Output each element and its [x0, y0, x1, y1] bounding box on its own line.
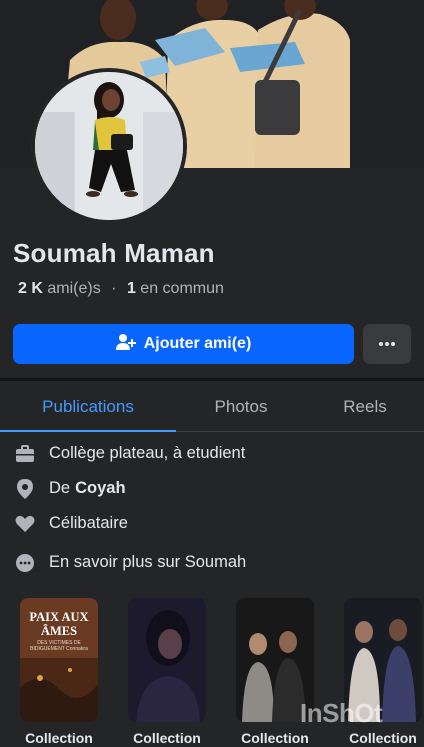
tab-publications[interactable]: Publications [0, 382, 176, 432]
tab-reels[interactable]: Reels [306, 382, 424, 431]
mutual-count: 1 [126, 280, 136, 297]
collection-label[interactable]: Collection [344, 730, 422, 746]
friends-label: ami(e)s [47, 280, 101, 297]
avatar [35, 72, 183, 220]
collection-label[interactable]: Collection [128, 730, 206, 746]
inshot-watermark: InShOt [300, 698, 383, 728]
about-more-link[interactable]: En savoir plus sur Soumah [0, 545, 424, 580]
book-subtitle: DES VICTIMES DE BIDIGUEMENT Connakra [30, 640, 88, 652]
collection-card[interactable] [128, 598, 206, 722]
separator-dot: · [111, 280, 117, 297]
add-friend-label: Ajouter ami(e) [143, 335, 252, 352]
collection-label[interactable]: Collection [236, 730, 314, 746]
profile-picture[interactable] [31, 68, 187, 224]
intro-relationship-text: Célibataire [49, 514, 128, 532]
more-options-button[interactable] [363, 324, 411, 364]
tab-photos[interactable]: Photos [176, 382, 306, 431]
intro-work: Collège plateau, à etudient [0, 436, 424, 471]
profile-tabs: Publications Photos Reels [0, 382, 424, 432]
intro-relationship: Célibataire [0, 506, 424, 541]
location-pin-icon [14, 478, 36, 500]
intro-section: Collège plateau, à etudient De Coyah Cél… [0, 436, 424, 580]
friends-count: 2 K [18, 280, 43, 297]
briefcase-icon [14, 443, 36, 465]
intro-from-prefix: De [49, 479, 71, 497]
section-divider [0, 378, 424, 381]
more-dots-icon [379, 342, 395, 346]
mutual-label: en commun [140, 280, 224, 297]
collection-label[interactable]: Collection [20, 730, 98, 746]
intro-from-place[interactable]: Coyah [75, 479, 125, 498]
profile-name: Soumah Maman [13, 238, 215, 268]
intro-work-text: Collège plateau, à etudient [49, 444, 246, 462]
book-title: PAIX AUX ÂMES [29, 610, 89, 638]
more-dots-icon [14, 552, 36, 574]
add-person-icon [115, 333, 136, 356]
heart-icon [14, 513, 36, 535]
collection-card[interactable]: PAIX AUX ÂMES DES VICTIMES DE BIDIGUEMEN… [20, 598, 98, 722]
intro-from: De Coyah [0, 471, 424, 506]
about-more-text: En savoir plus sur Soumah [49, 553, 247, 571]
collection-photo [128, 598, 206, 722]
friend-stats[interactable]: 2 K ami(e)s · 1 en commun [18, 280, 224, 298]
add-friend-button[interactable]: Ajouter ami(e) [13, 324, 354, 364]
